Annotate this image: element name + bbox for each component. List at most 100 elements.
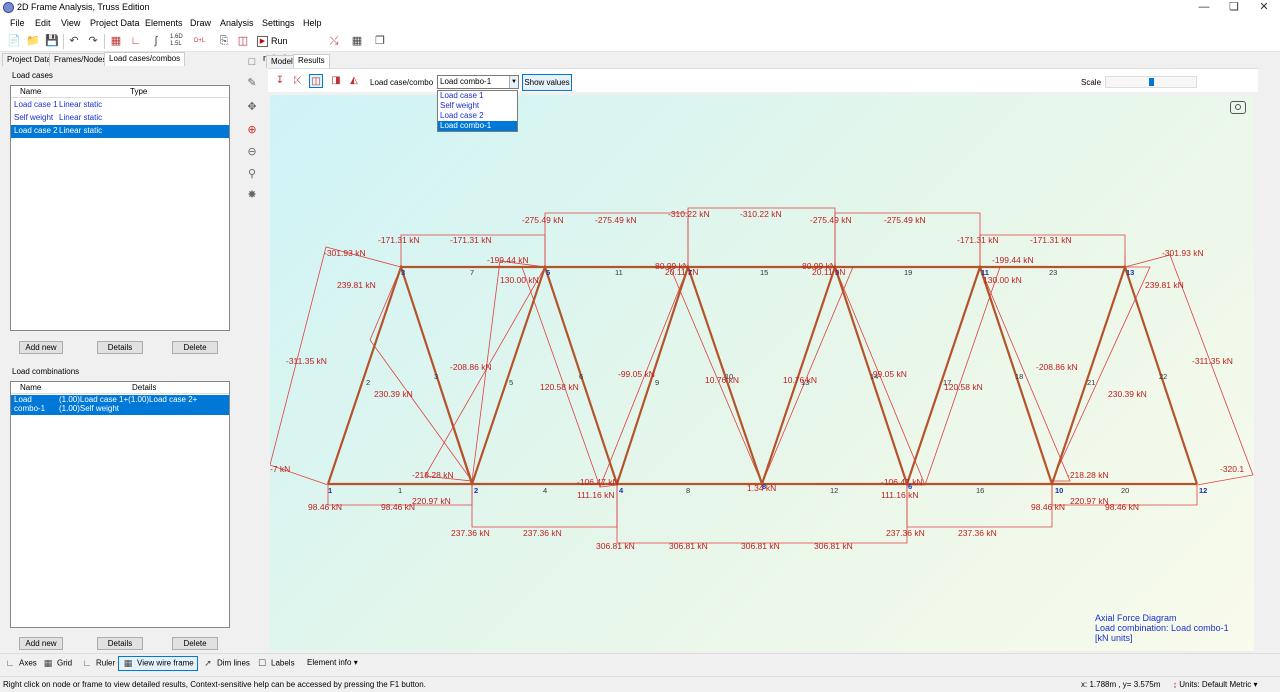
units-icon: ↨ [1173,680,1177,689]
window-title: 2D Frame Analysis, Truss Edition [17,2,150,12]
copy-icon[interactable]: ❐ [372,33,388,49]
add-load-case-button[interactable]: Add new [19,341,63,354]
zoom-out-icon[interactable]: ⊖ [245,145,259,159]
dl-combo-icon[interactable]: D+L [194,38,205,44]
node-label: 3 [401,268,405,277]
edit-icon[interactable]: ✎ [245,76,259,90]
menu-file[interactable]: File [10,18,25,28]
ruler-toggle[interactable]: ∟ Ruler [81,658,116,669]
pdf-icon[interactable]: ◫ [235,33,251,49]
deformed-shape-icon[interactable]: ⤯ [326,33,342,49]
status-hint: Right click on node or frame to view det… [3,680,426,689]
save-icon[interactable]: 💾 [44,33,60,49]
report-icon[interactable]: ▦ [108,33,124,49]
results-canvas[interactable]: 1 2 3 4 5 6 7 8 9 10 11 12 13 1 2 3 4 5 6 7 8 9 10 11 12 13 14 15 1… [270,95,1254,651]
list-item[interactable]: Load case 1 Linear static [11,99,229,112]
menu-draw[interactable]: Draw [190,18,211,28]
dropdown-option[interactable]: Load case 1 [438,91,517,101]
add-combination-button[interactable]: Add new [19,637,63,650]
table-icon[interactable]: ▦ [349,33,365,49]
tab-results[interactable]: Results [293,54,330,68]
menu-analysis[interactable]: Analysis [220,18,254,28]
node-label: 5 [546,268,550,277]
undo-icon[interactable]: ↶ [66,33,82,49]
section-icon[interactable]: ∫ [148,33,164,49]
units-selector[interactable]: ↨ Units: Default Metric ▾ [1173,680,1258,689]
shear-force-icon[interactable]: ◨ [329,74,343,88]
minimize-icon[interactable]: — [1192,1,1216,15]
menu-elements[interactable]: Elements [145,18,183,28]
force-value-label: 98.46 kN [1031,502,1065,512]
run-analysis-button[interactable]: ▶Run Analysis [255,33,321,63]
dimlines-toggle[interactable]: ➚ Dim lines [202,658,250,669]
wireframe-toggle[interactable]: ▦ View wire frame [118,656,198,671]
menu-help[interactable]: Help [303,18,322,28]
main-toolbar: 📄 📁 💾 ↶ ↷ ▦ ∟ ∫ 1.6D 1.5L D+L ⎘ ◫ ▶Run A… [0,31,1280,63]
tab-load-cases[interactable]: Load cases/combos [104,52,186,66]
force-value-label: -310.22 kN [740,209,782,219]
chevron-down-icon[interactable]: ▼ [509,76,518,88]
force-value-label: 230.39 kN [1108,389,1147,399]
delete-combination-button[interactable]: Delete [172,637,218,650]
dropdown-option[interactable]: Load combo-1 [438,121,517,131]
list-item[interactable]: Self weight Linear static [11,112,229,125]
dropdown-option[interactable]: Self weight [438,101,517,111]
force-value-label: -275.49 kN [884,215,926,225]
zoom-extents-icon[interactable]: ✸ [245,188,259,202]
menu-view[interactable]: View [61,18,80,28]
reactions-icon[interactable]: ↧ [273,74,287,88]
list-item[interactable]: Load case 2 Linear static [11,125,229,138]
menu-project-data[interactable]: Project Data [90,18,140,28]
member-label: 19 [904,268,912,277]
load-factor-icon[interactable]: 1.6D 1.5L [170,34,183,48]
grid-toggle[interactable]: ▦ Grid [42,658,72,669]
restore-icon[interactable]: ❏ [1222,1,1246,15]
bottom-toolbar: ∟ Axes ▦ Grid ∟ Ruler ▦ View wire frame ➚ Dim… [0,653,1280,672]
tab-frames-nodes[interactable]: Frames/Nodes [49,53,112,66]
deflection-icon[interactable]: ⤪ [291,74,305,88]
load-case-details-button[interactable]: Details [97,341,143,354]
node-label: 4 [619,486,624,495]
axes-icon: ∟ [5,658,15,668]
delete-load-case-button[interactable]: Delete [172,341,218,354]
col-name-header[interactable]: Name [20,87,41,96]
axial-force-icon[interactable]: ◫ [309,74,323,88]
close-icon[interactable]: ✕ [1252,1,1276,15]
moment-icon[interactable]: ◭ [347,74,361,88]
load-case-dropdown: Load case 1 Self weight Load case 2 Load… [437,90,518,132]
scale-slider-thumb[interactable] [1149,78,1154,86]
chart-icon[interactable]: ∟ [128,33,144,49]
force-value-label: -171.31 kN [450,235,492,245]
axial-force-diagram: 1 2345678910111213 1234567891011121314151… [270,207,1254,551]
menu-edit[interactable]: Edit [35,18,51,28]
col-type-header[interactable]: Type [130,87,147,96]
labels-toggle[interactable]: ☐ Labels [256,658,295,669]
zoom-in-icon[interactable]: ⊕ [245,123,259,137]
menu-bar: File Edit View Project Data Elements Dra… [0,16,1280,31]
col-name-header[interactable]: Name [20,383,41,392]
menu-settings[interactable]: Settings [262,18,295,28]
col-details-header[interactable]: Details [132,383,156,392]
export-icon[interactable]: ⎘ [216,33,232,49]
show-values-button[interactable]: Show values [522,74,572,91]
member-label: 6 [579,372,583,381]
camera-icon[interactable] [1230,101,1246,114]
list-item[interactable]: Load combo-1 (1.00)Load case 1+(1.00)Loa… [11,395,229,415]
open-folder-icon[interactable]: 📁 [25,33,41,49]
redo-icon[interactable]: ↷ [85,33,101,49]
combination-details-button[interactable]: Details [97,637,143,650]
scale-slider[interactable] [1105,76,1197,88]
dropdown-option[interactable]: Load case 2 [438,111,517,121]
load-case-select[interactable]: Load combo-1 ▼ [437,75,519,89]
tab-project-data[interactable]: Project Data [2,53,57,66]
pan-icon[interactable]: ✥ [245,100,259,114]
element-info-dropdown[interactable]: Element info ▾ [307,658,358,667]
chevron-down-icon: ▾ [1253,680,1258,689]
force-value-label: 306.81 kN [741,541,780,551]
axes-toggle[interactable]: ∟ Axes [4,658,37,669]
zoom-window-icon[interactable]: ⚲ [245,167,259,181]
new-file-icon[interactable]: 📄 [6,33,22,49]
page-icon[interactable]: □ [245,55,259,69]
force-value-label: -275.49 kN [595,215,637,225]
force-value-label: 239.81 kN [1145,280,1184,290]
